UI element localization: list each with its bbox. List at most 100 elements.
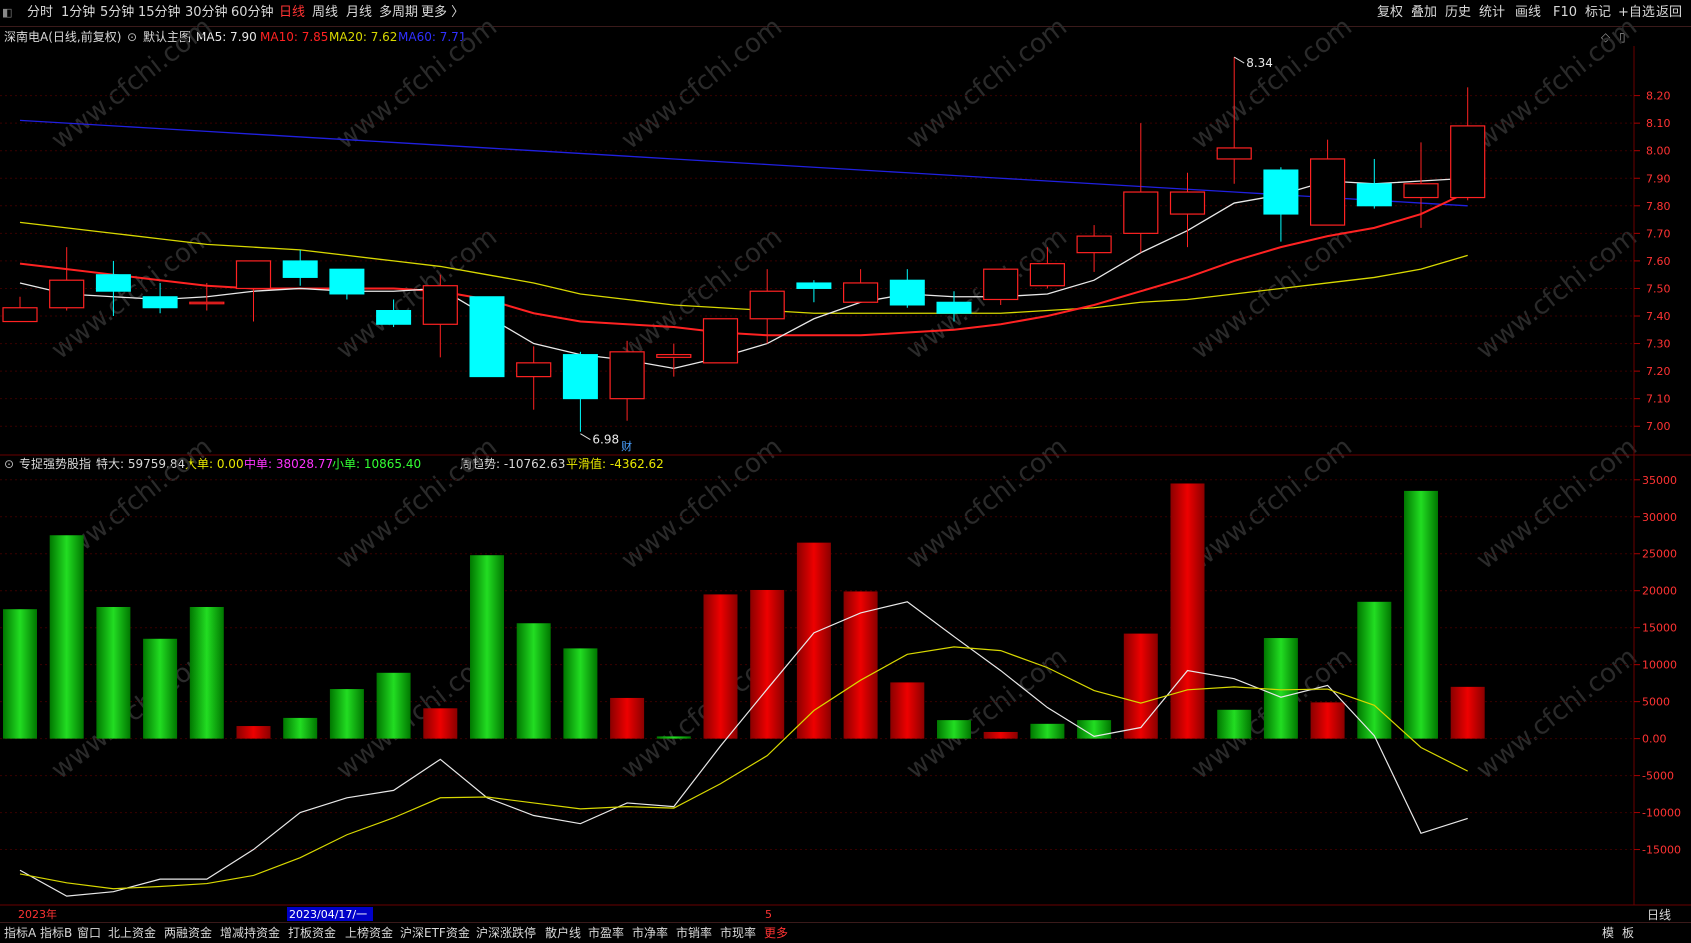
month-label: 5 [765,908,772,921]
price-tick-label: 7.10 [1646,393,1671,406]
candle-body-up [1403,183,1439,199]
bottom-tab[interactable]: 市销率 [676,923,712,943]
template-button[interactable]: 模 [1602,923,1614,943]
indicator-tick-label: -5000 [1642,770,1674,783]
bottom-tab[interactable]: 北上资金 [108,923,156,943]
high-label: 8.34 [1246,56,1273,70]
candle-body-up [422,285,458,325]
candle-body-down [142,296,178,309]
watermark-text: www.cfchi.com [616,12,788,156]
finance-marker[interactable]: 财 [621,439,632,453]
panel-frames [0,46,1691,906]
watermark-text: www.cfchi.com [1471,12,1643,156]
bottom-tab[interactable]: 沪深涨跌停 [476,923,536,943]
candle-body-up [1216,147,1252,160]
price-tick-label: 7.60 [1646,255,1671,268]
indicator-bar-down [49,535,84,739]
low-label: 6.98 [592,433,619,447]
indicator-bar-down [283,717,318,739]
watermark-text: www.cfchi.com [46,12,218,156]
board-button[interactable]: 板 [1622,923,1634,943]
price-tick-label: 8.10 [1646,117,1671,130]
indicator-bar-up [610,697,645,739]
indicator-tick-label: 10000 [1642,659,1677,672]
bottom-tab[interactable]: 打板资金 [288,923,336,943]
watermark-text: www.cfchi.com [901,642,1073,786]
candle-body-down [562,354,598,400]
year-label: 2023年 [18,907,57,921]
candle-body-up [49,279,85,309]
bottom-tab[interactable]: 增减持资金 [220,923,280,943]
indicator-axis: 35000 30000 25000 20000 15000 10000 5000 0.00 -5… [1634,474,1681,857]
indicator-bar-down [470,555,504,739]
indicator-bar-up [983,731,1018,739]
candle-body-up [842,282,879,303]
price-tick-label: 8.20 [1646,90,1671,103]
indicator-tabs-bar: 指标A 指标B 窗口 北上资金 两融资金 增减持资金 打板资金 上榜资金 沪深E… [0,922,1691,943]
watermark-text: www.cfchi.com [901,12,1073,156]
indicator-tick-label: -15000 [1642,844,1681,857]
ma60-line [19,119,1468,207]
indicator-bar-down [1030,723,1065,739]
indicator-tick-label: 20000 [1642,585,1677,598]
candle-body-up [1450,125,1486,199]
price-tick-label: 8.00 [1646,145,1671,158]
indicator-bar-down [1217,709,1252,739]
bottom-tab[interactable]: 指标B [40,923,72,943]
indicator-bar-up [890,682,925,739]
candle-body-up [983,268,1019,301]
watermark-text: www.cfchi.com [1186,12,1358,156]
candle-body-up [189,301,225,305]
indicator-bar-up [796,542,831,739]
candle-body-down [796,282,832,289]
indicator-bar-down [96,606,131,739]
candle-body-up [235,260,272,290]
bottom-tab[interactable]: 市盈率 [588,923,624,943]
bottom-tab[interactable]: 指标A [4,923,36,943]
price-tick-label: 7.00 [1646,420,1671,433]
candle-body-down [889,279,925,306]
price-tick-label: 7.50 [1646,282,1671,295]
bottom-tab[interactable]: 窗口 [77,923,101,943]
watermark-text: www.cfchi.com [331,12,503,156]
indicator-bar-down [516,623,551,739]
price-tick-label: 7.40 [1646,310,1671,323]
indicator-bar-up [1450,686,1485,739]
period-label: 日线 [1647,908,1671,922]
indicator-tick-label: 30000 [1642,511,1677,524]
candle-body-down [469,296,505,378]
bottom-tab[interactable]: 沪深ETF资金 [400,923,470,943]
candle-body-down [376,310,412,325]
indicator-bar-up [236,726,271,739]
bottom-tab[interactable]: 上榜资金 [345,923,393,943]
candle-body-down [1263,169,1299,215]
indicator-bar-down [1404,490,1438,739]
candle-body-up [516,362,552,378]
candle-body-down [282,260,318,278]
candle-body-down [936,301,972,314]
candle-body-up [1169,191,1206,215]
candle-body-up [609,351,645,400]
price-tick-label: 7.80 [1646,200,1671,213]
high-pointer [1233,56,1245,64]
candle-body-up [1029,263,1066,287]
low-pointer [580,433,591,441]
price-tick-label: 7.30 [1646,338,1671,351]
candle-body-down [329,268,365,295]
bottom-tab[interactable]: 两融资金 [164,923,212,943]
bottom-tab[interactable]: 市现率 [720,923,756,943]
indicator-bar-down [656,736,691,739]
more-tabs-button[interactable]: 更多 [764,923,788,943]
candle-body-up [749,290,785,320]
indicator-bar-down [1357,601,1392,739]
indicator-bar-up [1123,633,1158,739]
bottom-tab[interactable]: 市净率 [632,923,668,943]
candle-body-up [656,353,692,358]
indicator-bar-up [423,708,458,739]
bottom-tab[interactable]: 散户线 [545,923,581,943]
indicator-bar-down [3,609,37,739]
indicator-bar-up [1310,702,1345,739]
indicator-tick-label: 5000 [1642,696,1670,709]
candle-body-down [95,274,131,292]
indicator-bar-down [937,720,971,739]
